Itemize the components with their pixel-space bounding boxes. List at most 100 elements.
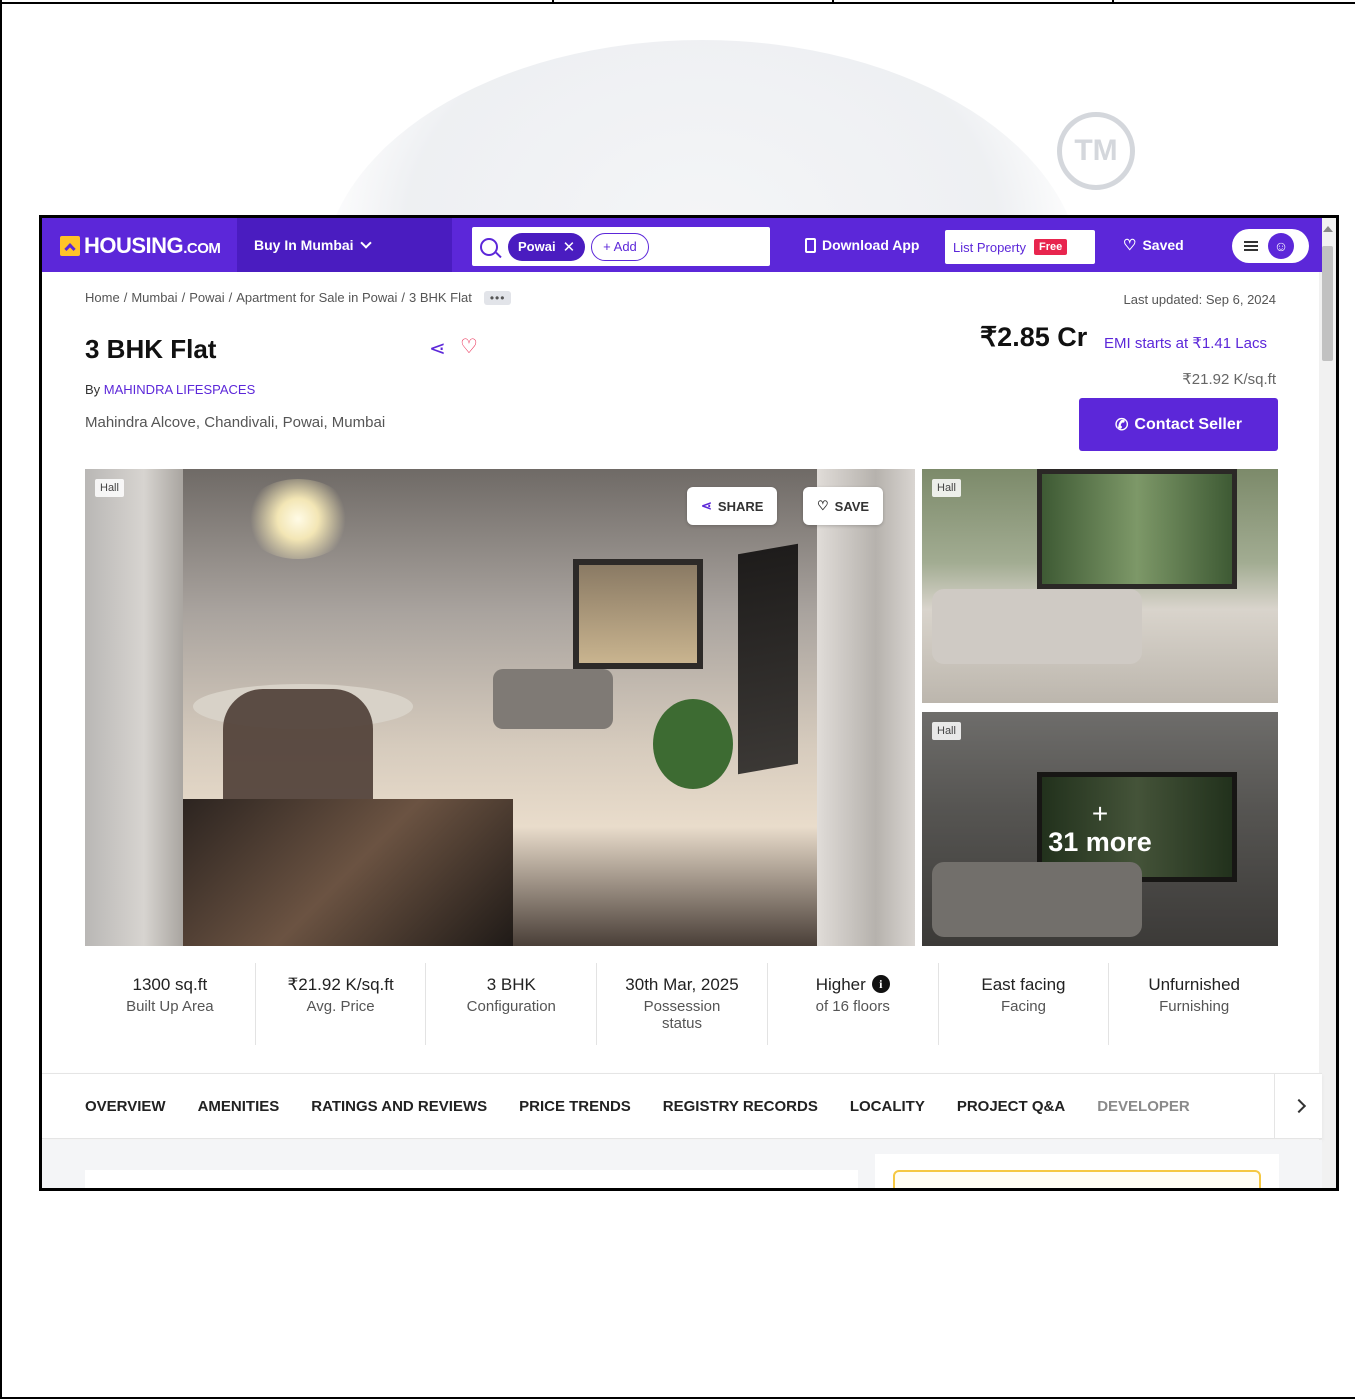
share-label: SHARE <box>717 498 764 514</box>
buy-city-dropdown[interactable]: Buy In Mumbai <box>237 218 452 272</box>
overview-card <box>85 1170 858 1188</box>
fact-value: ₹21.92 K/sq.ft <box>287 975 394 994</box>
share-button[interactable]: ⋖ SHARE <box>687 487 778 525</box>
chevron-down-icon <box>359 237 372 249</box>
main-photo[interactable]: Hall ⋖ SHARE ♡ SAVE <box>85 469 915 946</box>
notice-banner <box>893 1170 1261 1188</box>
breadcrumb-home[interactable]: Home <box>85 290 120 305</box>
logo-suffix: .COM <box>183 240 221 257</box>
share-icon: ⋖ <box>701 498 712 513</box>
info-icon[interactable]: i <box>871 975 890 993</box>
breadcrumb-separator: / <box>181 290 186 305</box>
save-label: SAVE <box>834 498 870 514</box>
heart-icon[interactable]: ♡ <box>460 334 478 359</box>
fact-value: 1300 sq.ft <box>132 975 208 994</box>
developer-line: By MAHINDRA LIFESPACES <box>85 382 255 397</box>
fact-label: Facing <box>1000 998 1046 1015</box>
plus-icon: + <box>1091 797 1109 829</box>
more-photos-count: 31 more <box>1048 826 1152 857</box>
logo-text: HOUSING <box>84 233 184 258</box>
by-prefix: By <box>85 382 101 397</box>
account-menu-button[interactable]: ☺ <box>1232 229 1309 263</box>
fact-facing: East facing Facing <box>939 963 1110 1045</box>
tab-registry-records[interactable]: REGISTRY RECORDS <box>663 1098 818 1115</box>
fact-avg-price: ₹21.92 K/sq.ft Avg. Price <box>256 963 427 1045</box>
breadcrumb-apartments[interactable]: Apartment for Sale in Powai <box>236 290 397 305</box>
developer-link[interactable]: MAHINDRA LIFESPACES <box>104 382 255 397</box>
search-bar[interactable]: Powai ✕ + Add <box>472 227 770 266</box>
fact-label: Possession status <box>643 998 721 1032</box>
contact-seller-button[interactable]: ✆ Contact Seller <box>1079 398 1278 451</box>
phone-icon <box>805 237 816 253</box>
photo-tag: Hall <box>95 479 124 497</box>
free-badge: Free <box>1033 239 1068 255</box>
saved-label: Saved <box>1142 237 1184 253</box>
fact-label: Furnishing <box>1159 998 1230 1015</box>
emi-link[interactable]: EMI starts at ₹1.41 Lacs <box>1104 334 1267 352</box>
tab-price-trends[interactable]: PRICE TRENDS <box>519 1098 631 1115</box>
list-property-label: List Property <box>953 239 1026 255</box>
hall-image <box>183 469 817 946</box>
fact-label: Avg. Price <box>306 998 375 1015</box>
section-tabs: OVERVIEW AMENITIES RATINGS AND REVIEWS P… <box>42 1073 1322 1139</box>
buy-city-label: Buy In Mumbai <box>254 237 354 253</box>
top-navbar: HOUSING.COM Buy In Mumbai Powai ✕ + Add … <box>42 218 1322 272</box>
breadcrumb-more-button[interactable]: ••• <box>483 290 512 305</box>
breadcrumb-current: 3 BHK Flat <box>409 290 472 305</box>
close-icon[interactable]: ✕ <box>563 238 576 256</box>
breadcrumb-mumbai[interactable]: Mumbai <box>131 290 177 305</box>
fact-value: Higher <box>815 975 866 994</box>
fact-configuration: 3 BHK Configuration <box>426 963 598 1045</box>
side-photo-top[interactable]: Hall <box>922 469 1278 703</box>
scroll-up-icon[interactable] <box>1323 226 1333 232</box>
fact-value: 3 BHK <box>486 975 536 994</box>
download-app-link[interactable]: Download App <box>805 218 919 272</box>
fact-label: Built Up Area <box>126 998 214 1015</box>
search-chip-label: Powai <box>518 239 556 254</box>
download-app-label: Download App <box>822 237 920 253</box>
tab-developer[interactable]: DEVELOPER <box>1097 1098 1190 1115</box>
top-border <box>2 0 1355 4</box>
breadcrumb-separator: / <box>123 290 128 305</box>
save-button[interactable]: ♡ SAVE <box>803 487 884 525</box>
housing-logo[interactable]: HOUSING.COM <box>60 233 221 259</box>
tabs-next-button[interactable] <box>1274 1074 1322 1138</box>
fact-built-up-area: 1300 sq.ft Built Up Area <box>85 963 256 1045</box>
fact-label: Configuration <box>466 998 556 1015</box>
fact-floor: Higher i of 16 floors <box>768 963 939 1045</box>
heart-icon: ♡ <box>1123 237 1137 254</box>
trademark-watermark: TM <box>1057 112 1135 190</box>
photo-tag: Hall <box>932 722 961 740</box>
search-icon[interactable] <box>480 237 498 256</box>
browser-frame: HOUSING.COM Buy In Mumbai Powai ✕ + Add … <box>39 215 1339 1191</box>
side-photo-bottom[interactable]: + 31 more Hall <box>922 712 1278 946</box>
chevron-right-icon <box>1291 1098 1306 1114</box>
tab-ratings-reviews[interactable]: RATINGS AND REVIEWS <box>311 1098 487 1115</box>
contact-seller-label: Contact Seller <box>1134 415 1242 433</box>
list-property-button[interactable]: List Property Free <box>945 230 1095 264</box>
price-per-sqft: ₹21.92 K/sq.ft <box>1182 371 1276 388</box>
breadcrumb-powai[interactable]: Powai <box>189 290 224 305</box>
tab-overview[interactable]: OVERVIEW <box>85 1098 166 1115</box>
saved-link[interactable]: ♡ Saved <box>1123 218 1184 272</box>
property-price: ₹2.85 Cr <box>980 322 1088 352</box>
last-updated: Last updated: Sep 6, 2024 <box>1123 292 1276 307</box>
breadcrumb-separator: / <box>401 290 405 305</box>
fact-label: of 16 floors <box>815 998 890 1015</box>
more-photos-overlay[interactable]: + 31 more <box>922 712 1278 946</box>
tab-amenities[interactable]: AMENITIES <box>198 1098 280 1115</box>
tab-project-qa[interactable]: PROJECT Q&A <box>957 1098 1065 1115</box>
page-scrollbar[interactable] <box>1319 218 1336 1188</box>
property-facts: 1300 sq.ft Built Up Area ₹21.92 K/sq.ft … <box>85 963 1279 1045</box>
search-chip-powai[interactable]: Powai ✕ <box>508 232 586 261</box>
share-icon[interactable]: ⋖ <box>429 336 446 361</box>
menu-icon <box>1244 241 1258 251</box>
breadcrumb-separator: / <box>228 290 233 305</box>
fact-value: East facing <box>981 975 1066 994</box>
breadcrumb: Home / Mumbai / Powai / Apartment for Sa… <box>85 290 512 305</box>
add-location-button[interactable]: + Add <box>591 232 649 261</box>
photo-tag: Hall <box>932 479 961 497</box>
logo-mark-icon <box>60 236 80 256</box>
tab-locality[interactable]: LOCALITY <box>850 1098 925 1115</box>
scrollbar-thumb[interactable] <box>1322 246 1333 361</box>
